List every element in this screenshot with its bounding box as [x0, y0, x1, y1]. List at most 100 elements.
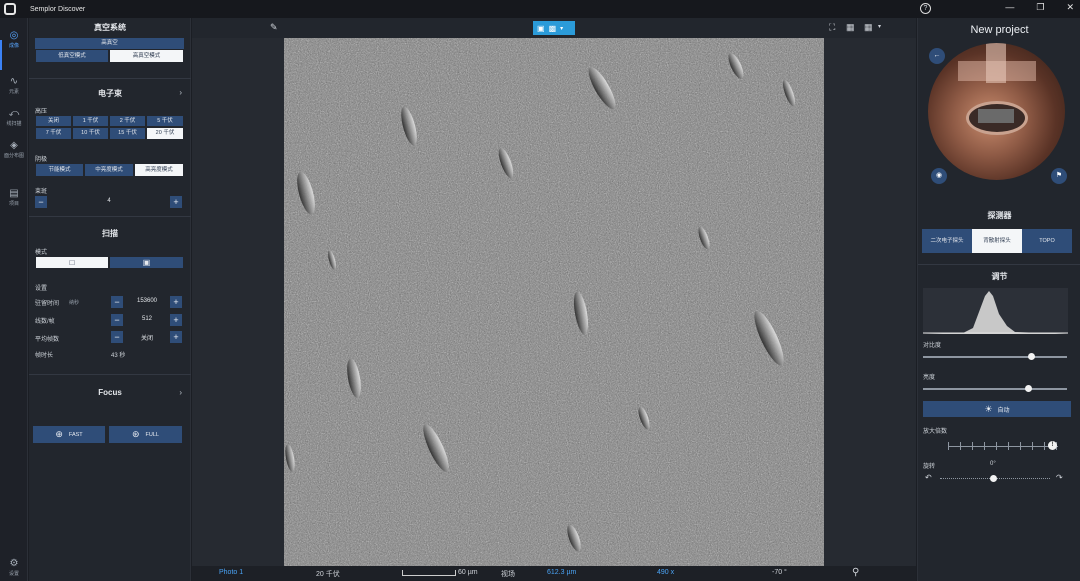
- dwell-increase-button[interactable]: +: [170, 296, 182, 308]
- restore-icon[interactable]: ❐: [1036, 2, 1044, 13]
- app-logo-icon: [4, 3, 16, 15]
- magnification-value: 490 x: [657, 569, 675, 576]
- autofocus-full-icon: ⊛: [132, 429, 140, 439]
- voltage-option[interactable]: 10 千伏: [72, 127, 109, 140]
- rail-label: 元素: [8, 89, 19, 95]
- focus-full-button[interactable]: ⊛ FULL: [109, 426, 182, 443]
- minimize-icon[interactable]: —: [1005, 2, 1014, 13]
- dwell-decrease-button[interactable]: −: [111, 296, 123, 308]
- detector-title: 探测器: [987, 211, 1012, 220]
- view-mode-toggle[interactable]: ▣ ▩ ▾: [533, 21, 575, 35]
- camera-capture-icon[interactable]: ◉: [931, 168, 947, 184]
- grid-icon[interactable]: ▦: [864, 22, 873, 33]
- voltage-option-selected[interactable]: 20 千伏: [146, 127, 184, 140]
- frame-average-label: 平均帧数: [35, 337, 60, 343]
- scan-mode-reduced-area[interactable]: ▣: [109, 256, 184, 269]
- average-increase-button[interactable]: +: [170, 331, 182, 343]
- rotate-right-icon[interactable]: ↷: [1056, 473, 1063, 482]
- histogram: [923, 288, 1068, 334]
- histogram-curve: [923, 291, 1068, 334]
- focus-fast-label: FAST: [68, 431, 83, 438]
- layers-icon: ◈: [10, 140, 18, 151]
- spot-increase-button[interactable]: +: [170, 196, 182, 208]
- detector-option[interactable]: 二次电子探头: [922, 229, 972, 253]
- cathode-label: 阴极: [35, 157, 48, 163]
- dwell-time-unit: 纳秒: [69, 300, 80, 306]
- frame-average-value: 关闭: [140, 336, 153, 342]
- control-panel: 真空系统 高真空 低真空模式 高真空模式 电子束 › 高压 关闭 1 千伏 2 …: [29, 18, 191, 581]
- rail-item-mapping[interactable]: ◈ 面分布图: [0, 140, 28, 159]
- status-bar: Photo 1 20 千伏 60 µm 视场 612.3 µm 490 x -7…: [192, 566, 916, 581]
- rail-item-imaging[interactable]: ◎ 成像: [0, 30, 28, 49]
- contrast-label: 对比度: [923, 343, 942, 349]
- rail-item-project[interactable]: ▤ 项目: [0, 188, 28, 207]
- rail-item-linescan[interactable]: ⤺ 线扫描: [0, 108, 28, 127]
- element-icon: ∿: [9, 76, 19, 87]
- document-icon: ▤: [9, 188, 19, 199]
- spot-decrease-button[interactable]: −: [35, 196, 47, 208]
- picture-icon[interactable]: ▦: [846, 22, 855, 33]
- fullscreen-icon[interactable]: ⛶: [829, 22, 835, 33]
- voltage-option[interactable]: 关闭: [35, 115, 72, 127]
- close-icon[interactable]: ✕: [1066, 2, 1074, 13]
- vacuum-mode-low[interactable]: 低真空模式: [35, 49, 109, 63]
- cathode-option[interactable]: 节能模式: [35, 163, 84, 177]
- brightness-slider[interactable]: [923, 388, 1067, 390]
- voltage-option[interactable]: 15 千伏: [109, 127, 146, 140]
- focus-full-label: FULL: [145, 431, 159, 438]
- image-view-icon[interactable]: ▣: [537, 24, 545, 33]
- detector-option-selected[interactable]: 背散射探头: [972, 229, 1022, 253]
- focus-fast-button[interactable]: ⊕ FAST: [33, 426, 105, 443]
- detector-selector: 二次电子探头 背散射探头 TOPO: [922, 229, 1072, 253]
- chevron-right-icon[interactable]: ›: [179, 388, 182, 397]
- vacuum-title: 真空系统: [94, 23, 126, 32]
- chevron-down-icon[interactable]: ▾: [878, 23, 881, 30]
- dwell-time-value: 153600: [136, 298, 158, 304]
- beam-title: 电子束: [98, 89, 122, 98]
- scan-mode-selector: □ ▣: [35, 256, 184, 269]
- average-decrease-button[interactable]: −: [111, 331, 123, 343]
- adjust-title: 调节: [991, 272, 1008, 281]
- contrast-slider[interactable]: [923, 356, 1067, 358]
- vacuum-mode-selector: 低真空模式 高真空模式: [35, 49, 184, 63]
- back-arrow-icon[interactable]: ←: [929, 48, 945, 64]
- right-panel: New project ← ◉ ⚑ 探测器 二次电子探头 背散射探头 TOPO …: [917, 18, 1080, 581]
- vacuum-mode-high[interactable]: 高真空模式: [109, 49, 184, 63]
- search-icon[interactable]: ⚲: [852, 567, 859, 578]
- voltage-option[interactable]: 5 千伏: [146, 115, 184, 127]
- voltage-option[interactable]: 7 千伏: [35, 127, 72, 140]
- voltage-option[interactable]: 2 千伏: [109, 115, 146, 127]
- cathode-selector: 节能模式 中亮度模式 高亮度模式: [35, 163, 184, 177]
- rail-item-element[interactable]: ∿ 元素: [0, 76, 28, 95]
- auto-adjust-label: 自动: [997, 407, 1010, 414]
- divider: [918, 264, 1080, 265]
- flag-icon[interactable]: ⚑: [1051, 168, 1067, 184]
- auto-adjust-button[interactable]: ☀ 自动: [923, 401, 1071, 417]
- camera-icon: ◎: [9, 30, 19, 41]
- help-icon[interactable]: ?: [920, 3, 931, 14]
- contrast-slider-handle[interactable]: [1028, 353, 1035, 360]
- frame-time-label: 帧时长: [35, 353, 54, 359]
- magnification-handle[interactable]: !: [1048, 441, 1057, 450]
- brightness-slider-handle[interactable]: [1025, 385, 1033, 392]
- rail-item-settings[interactable]: ⚙ 设置: [0, 558, 28, 577]
- pencil-icon[interactable]: ✎: [270, 22, 278, 33]
- field-of-view-value: 612.3 µm: [547, 569, 577, 576]
- lines-decrease-button[interactable]: −: [111, 314, 123, 326]
- detector-option[interactable]: TOPO: [1022, 229, 1072, 253]
- image-viewport[interactable]: [192, 38, 916, 566]
- photo-name[interactable]: Photo 1: [219, 569, 243, 576]
- scan-mode-full-frame[interactable]: □: [35, 256, 109, 269]
- voltage-option[interactable]: 1 千伏: [72, 115, 109, 127]
- overlay-view-icon[interactable]: ▩: [549, 24, 557, 33]
- cathode-option-selected[interactable]: 高亮度模式: [134, 163, 184, 177]
- lines-increase-button[interactable]: +: [170, 314, 182, 326]
- chevron-right-icon[interactable]: ›: [179, 88, 182, 97]
- divider: [29, 374, 191, 375]
- chevron-down-icon[interactable]: ▾: [560, 25, 563, 32]
- cathode-option[interactable]: 中亮度模式: [84, 163, 134, 177]
- sem-image[interactable]: [284, 38, 824, 566]
- image-toolbar: ✎ ▣ ▩ ▾ ⛶ ▦ ▦ ▾: [192, 18, 916, 38]
- rotate-left-icon[interactable]: ↶: [925, 473, 932, 482]
- rotation-handle[interactable]: [990, 475, 997, 482]
